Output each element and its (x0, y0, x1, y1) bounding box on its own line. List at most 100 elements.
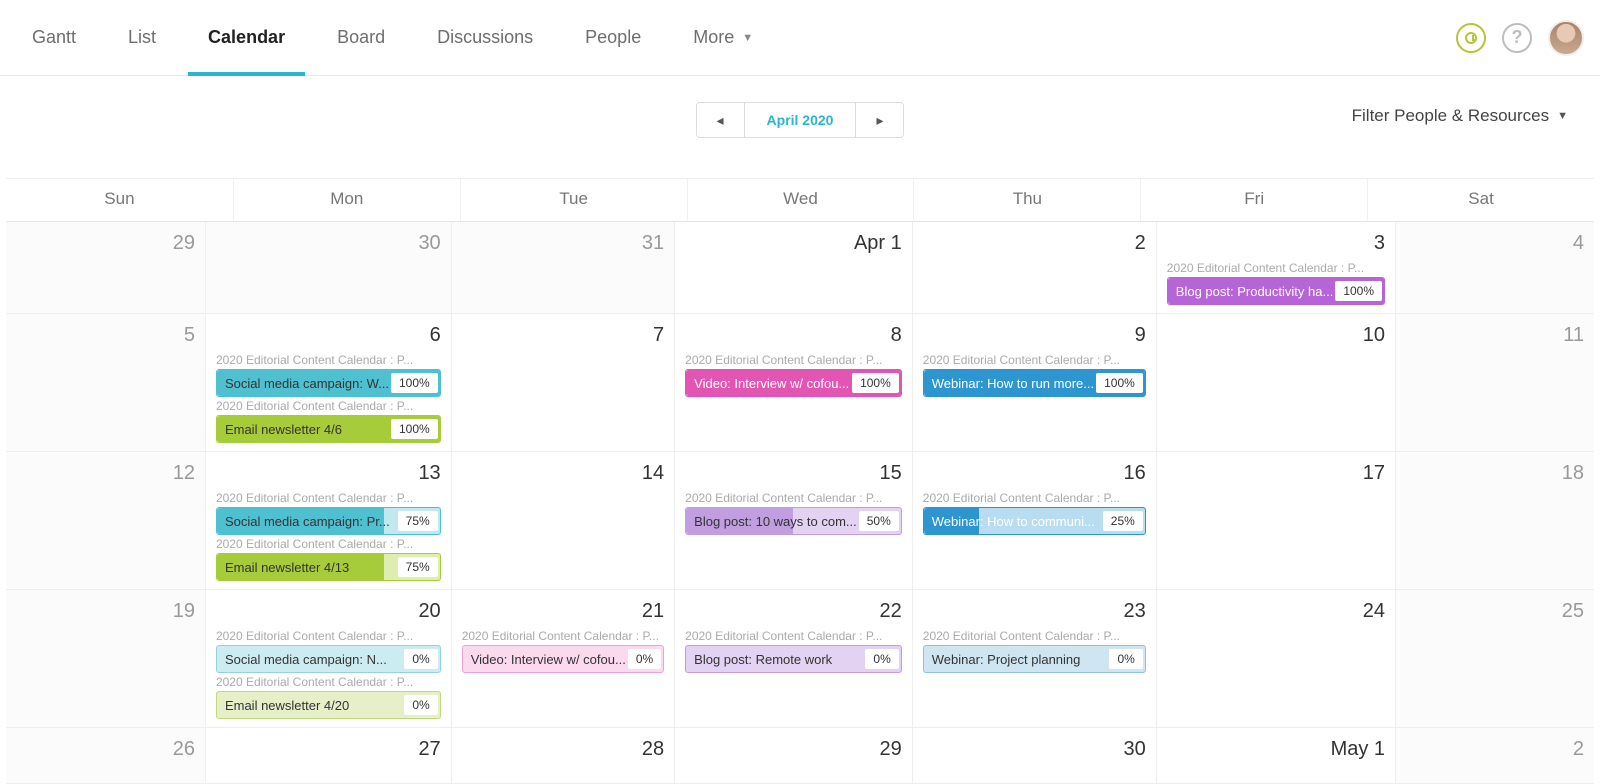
tab-more[interactable]: More▼ (673, 0, 773, 75)
filter-people-button[interactable]: Filter People & Resources ▼ (1352, 106, 1568, 126)
calendar-cell[interactable]: 4 (1395, 222, 1594, 314)
day-number: 8 (685, 324, 902, 347)
calendar-cell[interactable]: 212020 Editorial Content Calendar : P...… (451, 590, 674, 728)
calendar-cell[interactable]: 26 (6, 728, 205, 784)
calendar-cell[interactable]: 12 (6, 452, 205, 590)
task-bar[interactable]: Blog post: Productivity ha...100% (1167, 277, 1385, 305)
task-bar[interactable]: Blog post: 10 ways to com...50% (685, 507, 902, 535)
task[interactable]: 2020 Editorial Content Calendar : P...We… (923, 629, 1146, 673)
calendar-grid: 293031Apr 1232020 Editorial Content Cale… (6, 222, 1594, 784)
calendar-cell[interactable]: 25 (1395, 590, 1594, 728)
task-bar[interactable]: Webinar: How to communi...25% (923, 507, 1146, 535)
calendar-cell[interactable]: 14 (451, 452, 674, 590)
day-number: 18 (1406, 462, 1584, 485)
calendar-cell[interactable]: 17 (1156, 452, 1395, 590)
calendar-cell[interactable]: 32020 Editorial Content Calendar : P...B… (1156, 222, 1395, 314)
task[interactable]: 2020 Editorial Content Calendar : P...So… (216, 353, 441, 397)
calendar-cell[interactable]: 24 (1156, 590, 1395, 728)
task-percent: 0% (404, 695, 437, 715)
task-percent: 100% (1335, 281, 1382, 301)
task[interactable]: 2020 Editorial Content Calendar : P...Vi… (685, 353, 902, 397)
calendar-cell[interactable]: 31 (451, 222, 674, 314)
day-number: 25 (1406, 600, 1584, 623)
calendar-cell[interactable]: 2 (1395, 728, 1594, 784)
calendar-cell[interactable]: 162020 Editorial Content Calendar : P...… (912, 452, 1156, 590)
day-number: Apr 1 (685, 232, 902, 255)
tab-board[interactable]: Board (317, 0, 405, 75)
calendar-cell[interactable]: 7 (451, 314, 674, 452)
calendar-cell[interactable]: 222020 Editorial Content Calendar : P...… (674, 590, 912, 728)
calendar-cell[interactable]: 27 (205, 728, 451, 784)
day-number: May 1 (1167, 738, 1385, 761)
calendar-cell[interactable]: 232020 Editorial Content Calendar : P...… (912, 590, 1156, 728)
task[interactable]: 2020 Editorial Content Calendar : P... So… (216, 629, 441, 673)
calendar-cell[interactable]: 202020 Editorial Content Calendar : P...… (205, 590, 451, 728)
calendar-cell[interactable]: 18 (1395, 452, 1594, 590)
task-bar[interactable]: Email newsletter 4/1375% (216, 553, 441, 581)
task-bar[interactable]: Social media campaign: Pr...75% (216, 507, 441, 535)
task[interactable]: 2020 Editorial Content Calendar : P...We… (923, 353, 1146, 397)
task-bar[interactable]: Email newsletter 4/200% (216, 691, 441, 719)
calendar-cell[interactable]: 19 (6, 590, 205, 728)
weekday-thu: Thu (913, 179, 1140, 222)
task[interactable]: 2020 Editorial Content Calendar : P...Bl… (685, 491, 902, 535)
day-number: 10 (1167, 324, 1385, 347)
calendar-cell[interactable]: May 1 (1156, 728, 1395, 784)
tab-gantt[interactable]: Gantt (12, 0, 96, 75)
tab-calendar[interactable]: Calendar (188, 0, 305, 75)
task-project-label: 2020 Editorial Content Calendar : P... (216, 675, 441, 689)
calendar-cell[interactable]: 132020 Editorial Content Calendar : P...… (205, 452, 451, 590)
day-number: 15 (685, 462, 902, 485)
day-number: 12 (16, 462, 195, 485)
month-navigator: ◂ April 2020 ▸ (696, 102, 905, 138)
calendar-cell[interactable]: 2 (912, 222, 1156, 314)
task-bar[interactable]: Webinar: How to run more...100% (923, 369, 1146, 397)
task-bar[interactable]: Video: Interview w/ cofou...0% (462, 645, 664, 673)
calendar-cell[interactable]: 15 2020 Editorial Content Calendar : P...… (674, 452, 912, 590)
calendar: SunMonTueWedThuFriSat 293031Apr 1232020 … (6, 178, 1594, 784)
chevron-down-icon: ▼ (1557, 110, 1568, 122)
task[interactable]: 2020 Editorial Content Calendar : P... Em… (216, 675, 441, 719)
task-project-label: 2020 Editorial Content Calendar : P... (216, 399, 441, 413)
task[interactable]: 2020 Editorial Content Calendar : P...Bl… (1167, 261, 1385, 305)
calendar-cell[interactable]: 9 2020 Editorial Content Calendar : P...W… (912, 314, 1156, 452)
calendar-cell[interactable]: 29 (674, 728, 912, 784)
help-icon[interactable]: ? (1502, 23, 1532, 53)
calendar-cell[interactable]: 8 2020 Editorial Content Calendar : P...V… (674, 314, 912, 452)
task-title: Blog post: 10 ways to com... (686, 514, 857, 529)
task[interactable]: 2020 Editorial Content Calendar : P...Vi… (462, 629, 664, 673)
calendar-cell[interactable]: 62020 Editorial Content Calendar : P...S… (205, 314, 451, 452)
tab-people[interactable]: People (565, 0, 661, 75)
task[interactable]: 2020 Editorial Content Calendar : P...So… (216, 491, 441, 535)
task[interactable]: 2020 Editorial Content Calendar : P... Em… (216, 399, 441, 443)
month-label[interactable]: April 2020 (745, 103, 856, 137)
task-bar[interactable]: Video: Interview w/ cofou...100% (685, 369, 902, 397)
task-title: Blog post: Remote work (686, 652, 863, 667)
task-percent: 75% (398, 511, 438, 531)
calendar-cell[interactable]: Apr 1 (674, 222, 912, 314)
calendar-cell[interactable]: 11 (1395, 314, 1594, 452)
day-number: 9 (923, 324, 1146, 347)
task-bar[interactable]: Blog post: Remote work0% (685, 645, 902, 673)
calendar-cell[interactable]: 10 (1156, 314, 1395, 452)
activity-icon[interactable] (1456, 23, 1486, 53)
task-project-label: 2020 Editorial Content Calendar : P... (216, 629, 441, 643)
task[interactable]: 2020 Editorial Content Calendar : P...Em… (216, 537, 441, 581)
task-bar[interactable]: Social media campaign: W...100% (216, 369, 441, 397)
calendar-cell[interactable]: 30 (205, 222, 451, 314)
calendar-cell[interactable]: 29 (6, 222, 205, 314)
task-bar[interactable]: Social media campaign: N...0% (216, 645, 441, 673)
calendar-cell[interactable]: 5 (6, 314, 205, 452)
task-bar[interactable]: Webinar: Project planning0% (923, 645, 1146, 673)
avatar[interactable] (1548, 20, 1584, 56)
task-title: Blog post: Productivity ha... (1168, 284, 1334, 299)
task-bar[interactable]: Email newsletter 4/6100% (216, 415, 441, 443)
calendar-cell[interactable]: 30 (912, 728, 1156, 784)
month-prev-button[interactable]: ◂ (697, 103, 745, 137)
tab-list[interactable]: List (108, 0, 176, 75)
calendar-cell[interactable]: 28 (451, 728, 674, 784)
task[interactable]: 2020 Editorial Content Calendar : P...Bl… (685, 629, 902, 673)
month-next-button[interactable]: ▸ (855, 103, 903, 137)
tab-discussions[interactable]: Discussions (417, 0, 553, 75)
task[interactable]: 2020 Editorial Content Calendar : P...We… (923, 491, 1146, 535)
